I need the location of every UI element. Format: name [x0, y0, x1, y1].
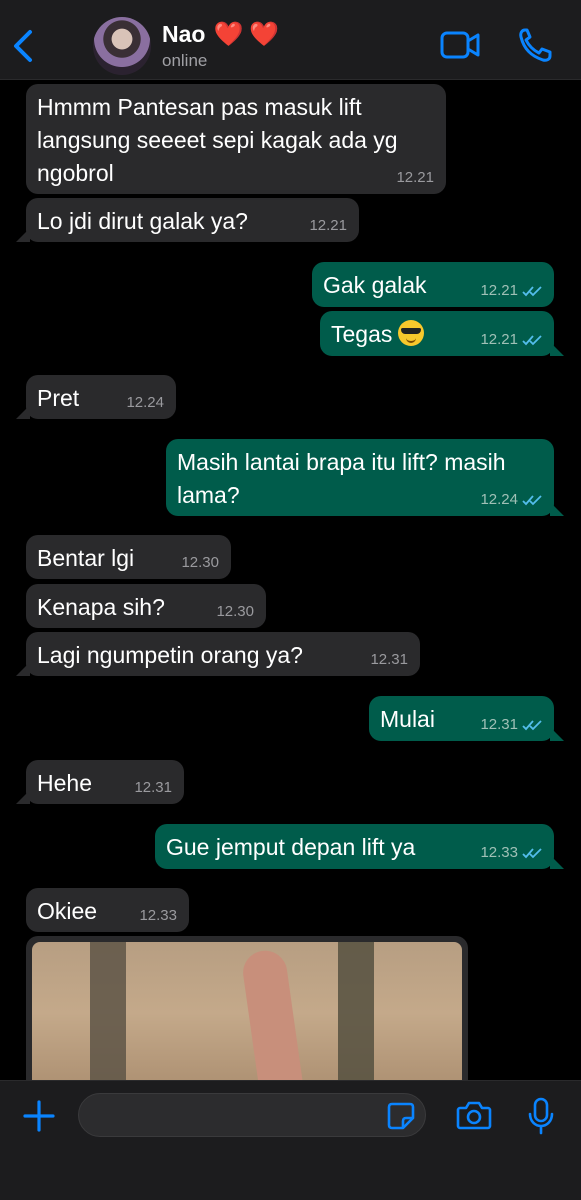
read-ticks-icon — [522, 335, 542, 346]
message-bubble[interactable]: Pret 12.24 — [16, 375, 176, 419]
message-bubble[interactable]: Gue jemput depan lift ya 12.33 — [155, 824, 564, 869]
message-bubble[interactable]: Bentar lgi 12.30 — [26, 535, 231, 579]
sunglasses-emoji — [398, 320, 425, 346]
message-bubble[interactable]: Okiee 12.33 — [26, 888, 189, 932]
message-bubble[interactable]: Masih lantai brapa itu lift? masih lama?… — [166, 439, 564, 516]
message-bubble[interactable]: Mulai 12.31 — [369, 696, 564, 741]
message-time: 12.21 — [480, 332, 544, 348]
message-time: 12.33 — [139, 907, 177, 924]
message-text: Masih lantai brapa itu lift? masih lama? — [177, 449, 506, 508]
message-time: 12.30 — [216, 603, 254, 620]
message-bubble[interactable]: Lo jdi dirut galak ya? 12.21 — [16, 198, 359, 242]
message-bubble[interactable]: Lagi ngumpetin orang ya? 12.31 — [16, 632, 420, 676]
camera-icon[interactable] — [456, 1099, 492, 1136]
plus-icon[interactable] — [22, 1099, 56, 1138]
phone-icon[interactable] — [518, 27, 552, 68]
message-text: Kenapa sih? — [37, 594, 165, 620]
microphone-icon[interactable] — [528, 1097, 554, 1140]
message-time: 12.21 — [309, 217, 347, 234]
message-time: 12.33 — [480, 845, 544, 861]
video-call-icon[interactable] — [440, 30, 480, 65]
message-time: 12.30 — [181, 554, 219, 571]
message-text: Pret — [37, 385, 80, 411]
message-text: Lagi ngumpetin orang ya? — [37, 642, 303, 668]
message-bubble[interactable]: Kenapa sih? 12.30 — [26, 584, 266, 628]
message-text: Mulai — [380, 706, 435, 732]
message-time: 12.31 — [370, 651, 408, 668]
message-time: 12.24 — [480, 492, 544, 508]
message-bubble[interactable]: Gak galak 12.21 — [312, 262, 554, 307]
message-text: Bentar lgi — [37, 545, 135, 571]
contact-name[interactable]: Nao ❤️❤️ — [162, 20, 285, 49]
message-time: 12.24 — [126, 394, 164, 411]
message-photo — [32, 942, 462, 1100]
avatar[interactable] — [93, 17, 151, 75]
message-bubble[interactable]: Tegas 12.21 — [320, 311, 564, 356]
read-ticks-icon — [522, 848, 542, 859]
sticker-icon[interactable] — [386, 1101, 416, 1136]
message-bubble[interactable]: Hmmm Pantesan pas masuk lift langsung se… — [26, 84, 446, 194]
message-bubble[interactable]: Hehe 12.31 — [16, 760, 184, 804]
read-ticks-icon — [522, 495, 542, 506]
message-text: Tegas — [331, 321, 393, 347]
message-text: Lo jdi dirut galak ya? — [37, 208, 248, 234]
message-text: Hmmm Pantesan pas masuk lift langsung se… — [37, 94, 398, 186]
chevron-left-icon[interactable] — [8, 26, 40, 66]
message-time: 12.31 — [480, 717, 544, 733]
composer-bar — [0, 1080, 581, 1200]
read-ticks-icon — [522, 720, 542, 731]
message-text: Gak galak — [323, 272, 427, 298]
contact-status: online — [162, 51, 208, 70]
message-input[interactable] — [78, 1093, 426, 1137]
read-ticks-icon — [522, 286, 542, 297]
message-time: 12.31 — [134, 779, 172, 796]
chat-header: Nao ❤️❤️ online — [0, 0, 581, 80]
message-text: Hehe — [37, 770, 92, 796]
message-time: 12.21 — [396, 169, 434, 186]
message-text: Okiee — [37, 898, 98, 924]
message-time: 12.21 — [480, 283, 544, 299]
heart-emoji: ❤️❤️ — [213, 21, 286, 48]
message-text: Gue jemput depan lift ya — [166, 834, 416, 860]
